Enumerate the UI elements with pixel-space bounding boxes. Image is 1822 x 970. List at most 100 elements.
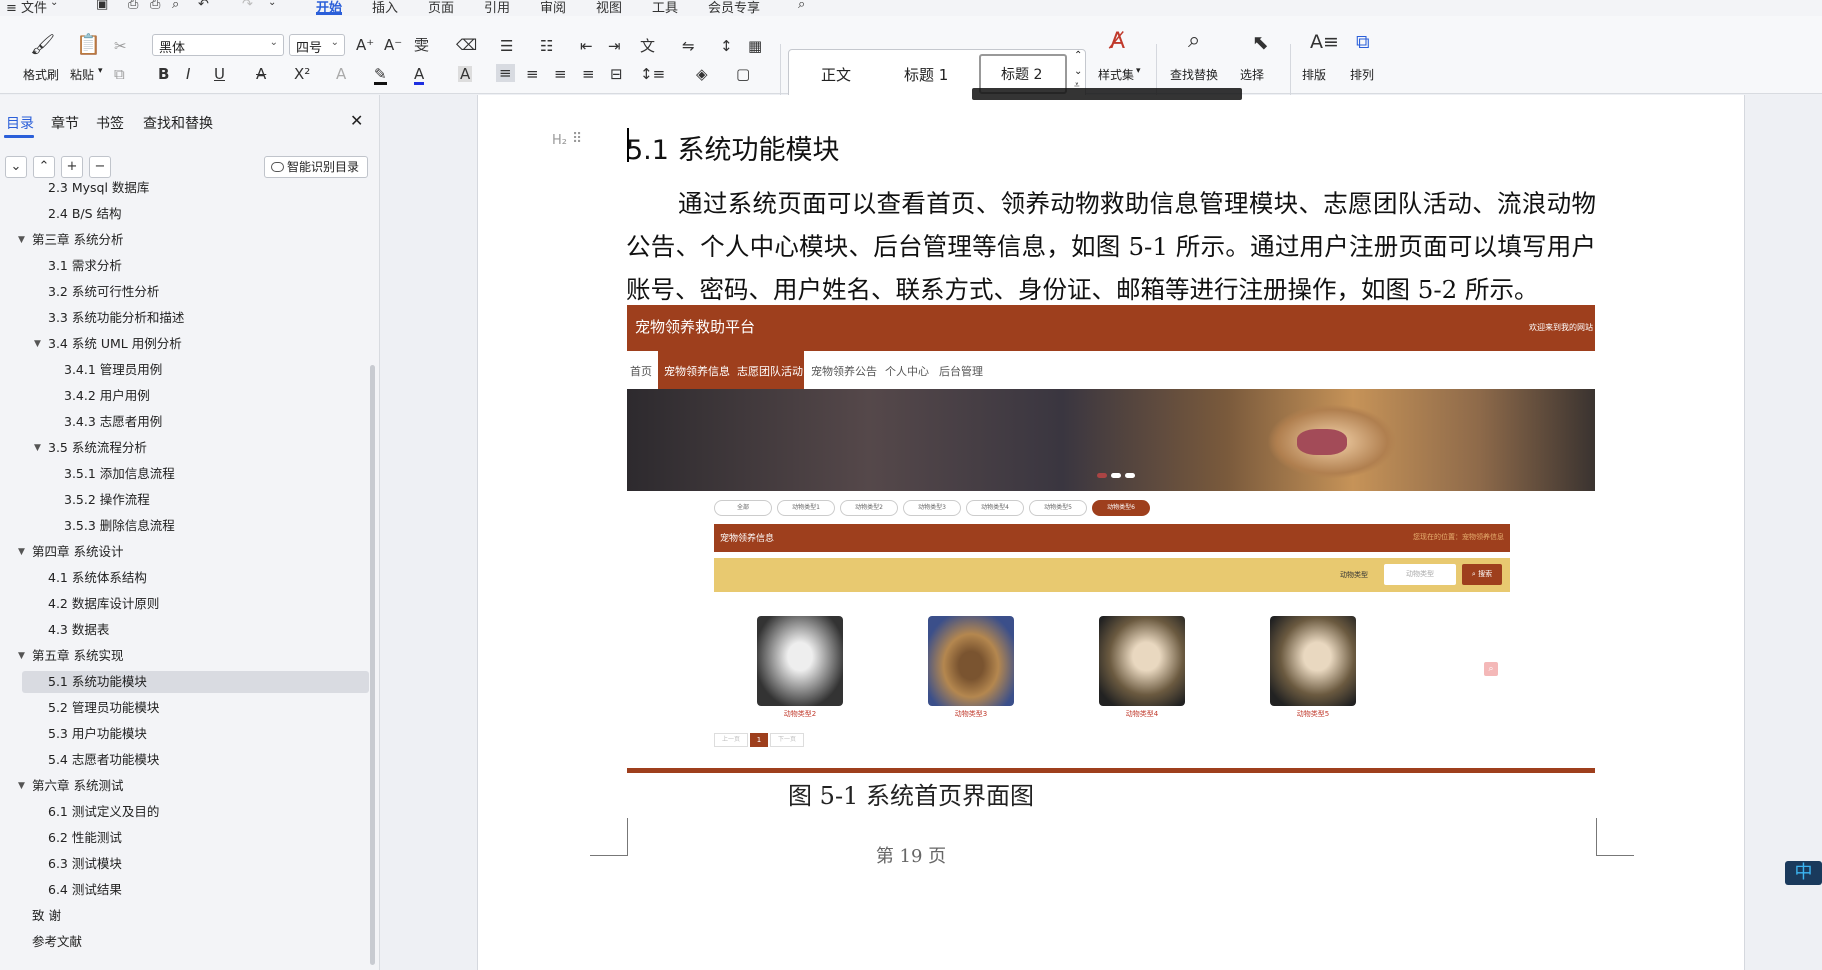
print-icon[interactable]: ⎙ [150,0,160,12]
nav-pet-adoption[interactable]: 宠物领养信息 [664,363,730,379]
category-pill[interactable]: 动物类型1 [777,500,835,516]
toc-item[interactable]: 5.2 管理员功能模块 [0,697,370,719]
font-color-icon[interactable]: A [414,66,425,85]
search-button[interactable]: ⌕ 搜索 [1462,564,1502,585]
find-replace-icon[interactable]: ⌕ [1188,30,1200,52]
distribute-icon[interactable]: ⊟ [610,66,623,82]
category-pill[interactable]: 动物类型4 [966,500,1024,516]
pet-card-label[interactable]: 动物类型4 [1099,709,1185,719]
paste-chevron-icon[interactable]: ▾ [98,66,103,76]
align-left-icon[interactable]: ≡ [496,64,515,82]
grow-font-icon[interactable]: A⁺ [356,37,374,53]
ime-indicator[interactable]: 中 [1785,861,1822,885]
select-label[interactable]: 选择 [1240,66,1264,83]
clear-format-icon[interactable]: ⌫ [456,37,477,53]
expand-toggle-icon[interactable]: ▼ [18,541,25,563]
toc-item[interactable]: ▼ 第五章 系统实现 [0,645,370,667]
paste-icon[interactable]: 📋 [76,34,101,54]
tab-view[interactable]: 视图 [596,0,622,16]
format-painter-icon[interactable]: 🖌 [30,34,55,54]
toc-item[interactable]: 5.3 用户功能模块 [0,723,370,745]
style-normal[interactable]: 正文 [821,64,851,85]
export-icon[interactable]: ⎙ [128,0,138,12]
text-direction-icon[interactable]: ⇋ [682,38,695,54]
expand-toggle-icon[interactable]: ▼ [18,645,25,667]
tab-tools[interactable]: 工具 [652,0,678,16]
phonetic-icon[interactable]: 雯 [414,37,429,53]
italic-icon[interactable]: I [186,66,190,82]
cut-icon[interactable]: ✂ [114,38,127,54]
file-menu[interactable]: ≡ 文件 [6,0,47,16]
nav-home[interactable]: 首页 [630,363,652,379]
align-right-icon[interactable]: ≡ [554,66,567,82]
arrange-icon[interactable]: ⧉ [1356,33,1370,52]
category-pill[interactable]: 动物类型5 [1029,500,1087,516]
align-center-icon[interactable]: ≡ [526,66,539,82]
border-icon[interactable]: ▦ [748,38,762,54]
gallery-up-icon[interactable]: ⌃ [1074,50,1082,61]
toc-item[interactable]: 2.4 B/S 结构 [0,203,370,225]
borders-icon[interactable]: ▢ [736,66,750,82]
line-spacing-icon[interactable]: ↕≡ [640,66,665,82]
toc-item[interactable]: 4.2 数据库设计原则 [0,593,370,615]
underline-icon[interactable]: U [214,66,225,82]
nav-volunteer[interactable]: 志愿团队活动 [737,363,803,379]
toc-item[interactable]: 3.5.2 操作流程 [0,489,370,511]
category-pill[interactable]: 动物类型2 [840,500,898,516]
toc-item[interactable]: 3.4.1 管理员用例 [0,359,370,381]
shrink-font-icon[interactable]: A⁻ [384,37,402,53]
page-1[interactable]: 1 [750,733,768,747]
numbering-icon[interactable]: ☷ [540,38,553,54]
pet-photo[interactable] [1099,616,1185,706]
strikethrough-icon[interactable]: A [256,66,266,82]
bold-icon[interactable]: B [158,66,169,82]
toc-item[interactable]: ▼ 第四章 系统设计 [0,541,370,563]
body-paragraph[interactable]: 通过系统页面可以查看首页、领养动物救助信息管理模块、志愿团队活动、流浪动物公告、… [626,182,1596,311]
carousel-dot[interactable] [1111,473,1121,478]
toc-item[interactable]: 3.4.2 用户用例 [0,385,370,407]
carousel-dot[interactable] [1125,473,1135,478]
font-name-select[interactable]: 黑体 ⌄ [152,34,284,56]
float-search-icon[interactable]: ⌕ [1484,662,1498,676]
tab-insert[interactable]: 插入 [372,0,398,16]
nav-personal[interactable]: 个人中心 [885,363,929,379]
paste-label[interactable]: 粘贴 [70,66,94,83]
carousel-dot[interactable] [1097,473,1107,478]
style-heading-1[interactable]: 标题 1 [904,64,948,85]
shading-icon[interactable]: ◈ [696,66,708,82]
increase-indent-icon[interactable]: ⇥ [608,38,621,54]
tab-references[interactable]: 引用 [484,0,510,16]
superscript-icon[interactable]: X² [294,66,310,82]
toc-item[interactable]: ▼ 3.4 系统 UML 用例分析 [0,333,370,355]
text-effect-icon[interactable]: A [336,66,346,82]
preview-icon[interactable]: ⌕ [172,0,179,12]
toc-item[interactable]: 4.3 数据表 [0,619,370,641]
highlight-icon[interactable]: ✎ [374,66,387,85]
toc-item[interactable]: 致 谢 [0,905,370,927]
gallery-down-icon[interactable]: ⌄ [1074,66,1082,77]
figure-screenshot[interactable]: 宠物领养救助平台 欢迎来到我的网站 首页 宠物领养信息 志愿团队活动 宠物领养公… [627,305,1595,773]
pet-photo[interactable] [1270,616,1356,706]
carousel-dots[interactable] [1097,473,1135,478]
typeset-icon[interactable]: A≡ [1310,33,1339,52]
sidebar-scrollbar[interactable] [370,365,375,965]
toc-item[interactable]: 2.3 Mysql 数据库 [0,177,370,199]
drag-handle-icon[interactable]: ⠿ [572,131,582,147]
more-chevron-icon[interactable]: ⌄ [268,0,276,8]
toc-item[interactable]: 3.5.3 删除信息流程 [0,515,370,537]
expand-toggle-icon[interactable]: ▼ [18,229,25,251]
format-painter-label[interactable]: 格式刷 [23,66,59,83]
sort-icon[interactable]: ↕ [720,38,733,54]
pet-photo[interactable] [928,616,1014,706]
toc-item[interactable]: 3.3 系统功能分析和描述 [0,307,370,329]
pet-card-label[interactable]: 动物类型5 [1270,709,1356,719]
category-pill[interactable]: 全部 [714,500,772,516]
redo-icon[interactable]: ↷ [242,0,253,12]
save-icon[interactable]: ▣ [96,0,108,12]
justify-icon[interactable]: ≡ [582,66,595,82]
toc-item[interactable]: ▼ 3.5 系统流程分析 [0,437,370,459]
undo-icon[interactable]: ↶ [198,0,209,12]
toc-item[interactable]: 6.4 测试结果 [0,879,370,901]
filter-input[interactable]: 动物类型 [1384,564,1456,585]
toc-item[interactable]: ▼ 第三章 系统分析 [0,229,370,251]
